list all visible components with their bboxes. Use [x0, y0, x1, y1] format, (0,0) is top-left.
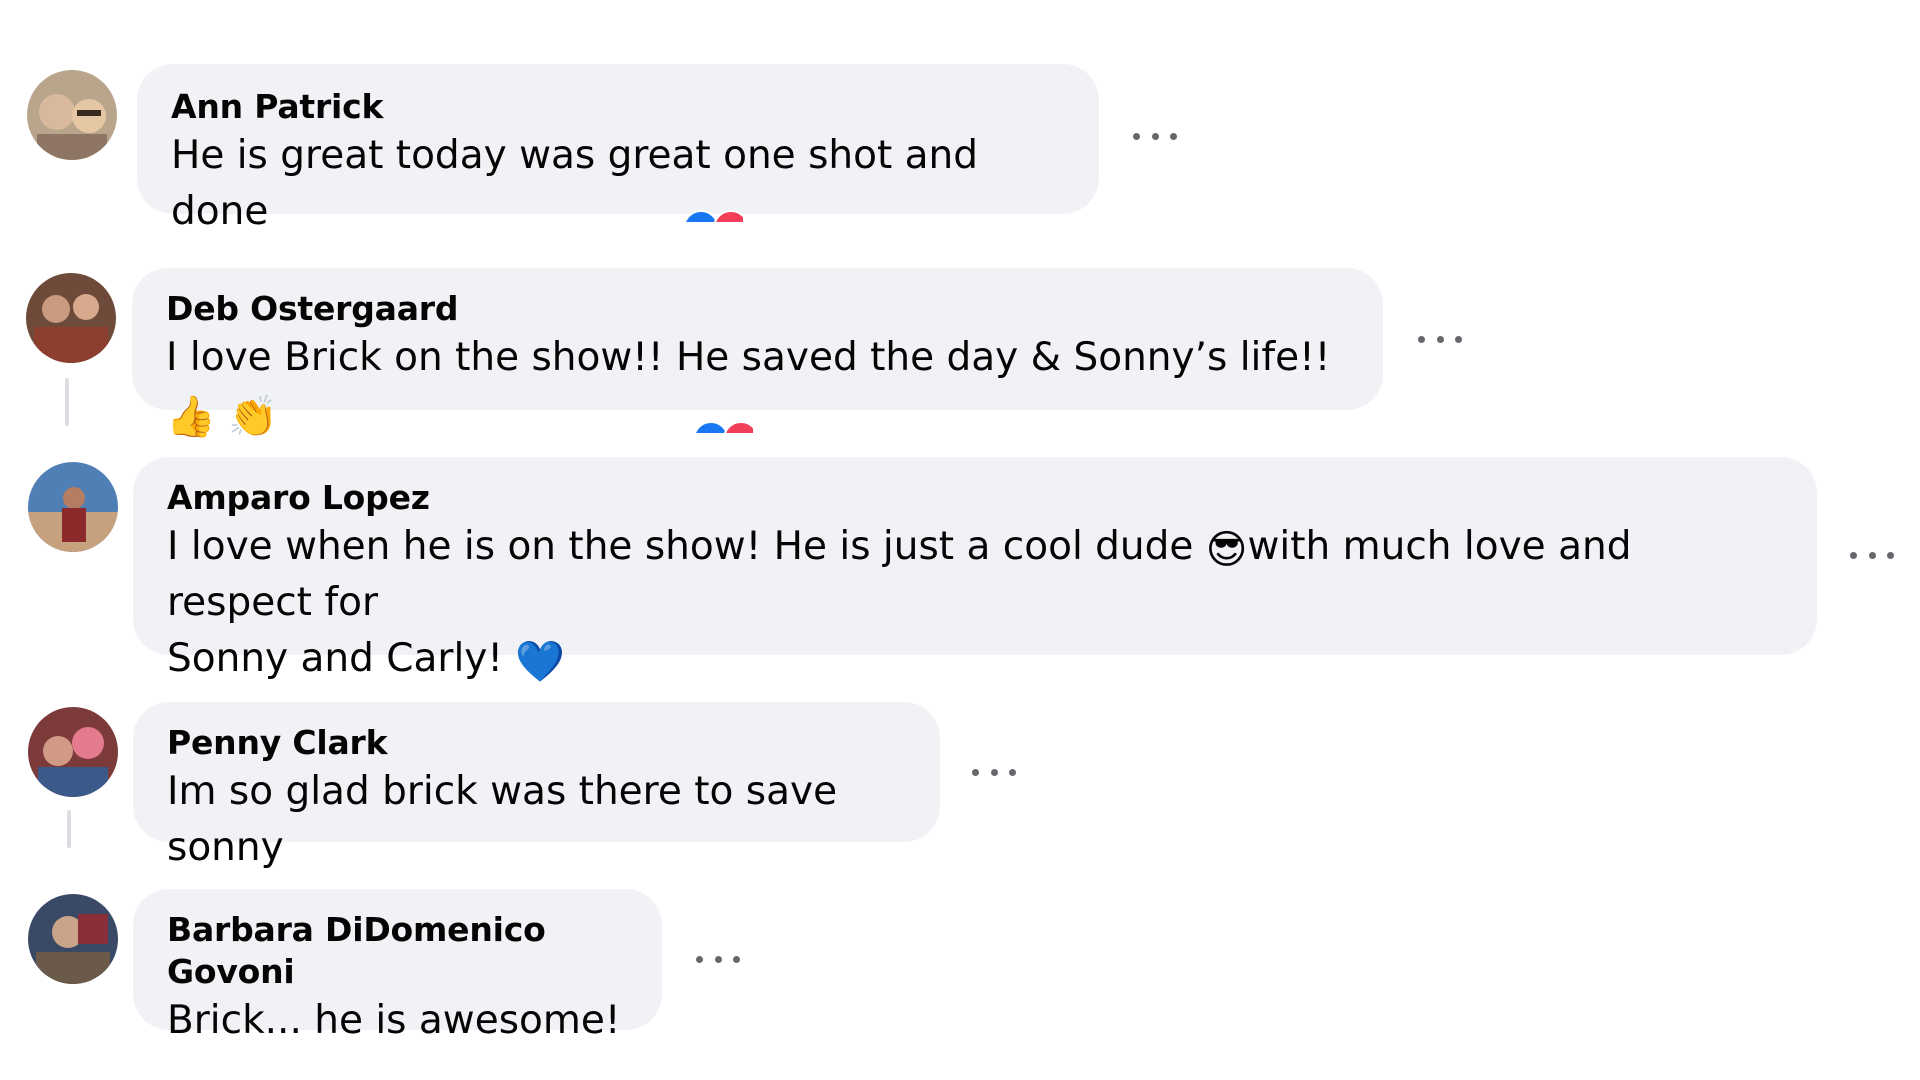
comment-author[interactable]: Ann Patrick — [171, 86, 1065, 128]
thread-line — [65, 378, 69, 426]
avatar-image — [28, 462, 118, 552]
more-options-icon[interactable] — [696, 952, 740, 966]
thumbs-up-emoji-icon: 👍 — [166, 394, 216, 440]
more-options-icon[interactable] — [1133, 129, 1177, 143]
avatar-image — [28, 707, 118, 797]
comment-text: Sonny and Carly! 💙 — [167, 631, 1783, 687]
comment-bubble: Deb Ostergaard I love Brick on the show!… — [132, 268, 1383, 437]
comment-bubble: Amparo Lopez I love when he is on the sh… — [133, 457, 1817, 682]
comment-text: He is great today was great one shot and… — [171, 133, 979, 234]
love-reaction-icon — [713, 210, 743, 222]
comment-author[interactable]: Deb Ostergaard — [166, 288, 1349, 330]
reaction-summary[interactable] — [683, 210, 743, 222]
avatar[interactable] — [28, 462, 118, 552]
clapping-hands-emoji-icon: 👏 — [228, 394, 279, 440]
thread-line — [67, 810, 71, 848]
more-options-icon[interactable] — [972, 765, 1016, 779]
love-reaction-icon — [723, 421, 753, 433]
comment-text: I love Brick on the show!! He saved the … — [166, 330, 1349, 442]
avatar[interactable] — [27, 70, 117, 160]
comment-text-part: I love when he is on the show! He is jus… — [167, 524, 1206, 569]
sunglasses-emoji-icon: 😎 — [1205, 527, 1248, 573]
avatar[interactable] — [28, 707, 118, 797]
comment-bubble: Ann Patrick He is great today was great … — [137, 64, 1099, 234]
comment-bubble: Barbara DiDomenico Govoni Brick... he is… — [133, 889, 662, 1043]
comment-text-part: Sonny and Carly! — [167, 636, 516, 681]
reaction-summary[interactable] — [693, 421, 753, 433]
avatar-image — [28, 894, 118, 984]
comment-text: Im so glad brick was there to save sonny — [167, 769, 838, 870]
more-options-icon[interactable] — [1850, 548, 1894, 562]
avatar-image — [27, 70, 117, 160]
comment-text: Brick... he is awesome! — [167, 998, 621, 1043]
comment-author[interactable]: Amparo Lopez — [167, 477, 1783, 519]
comments-list: Ann Patrick He is great today was great … — [0, 0, 1920, 1080]
more-options-icon[interactable] — [1418, 332, 1462, 346]
avatar[interactable] — [28, 894, 118, 984]
comment-text-part: I love Brick on the show!! He saved the … — [166, 335, 1331, 380]
comment-text: I love when he is on the show! He is jus… — [167, 519, 1783, 631]
comment-bubble: Penny Clark Im so glad brick was there t… — [133, 702, 940, 870]
avatar[interactable] — [26, 273, 116, 363]
avatar-image — [26, 273, 116, 363]
comment-author[interactable]: Penny Clark — [167, 722, 906, 764]
blue-heart-emoji-icon: 💙 — [515, 639, 566, 685]
comment-author[interactable]: Barbara DiDomenico Govoni — [167, 909, 628, 993]
